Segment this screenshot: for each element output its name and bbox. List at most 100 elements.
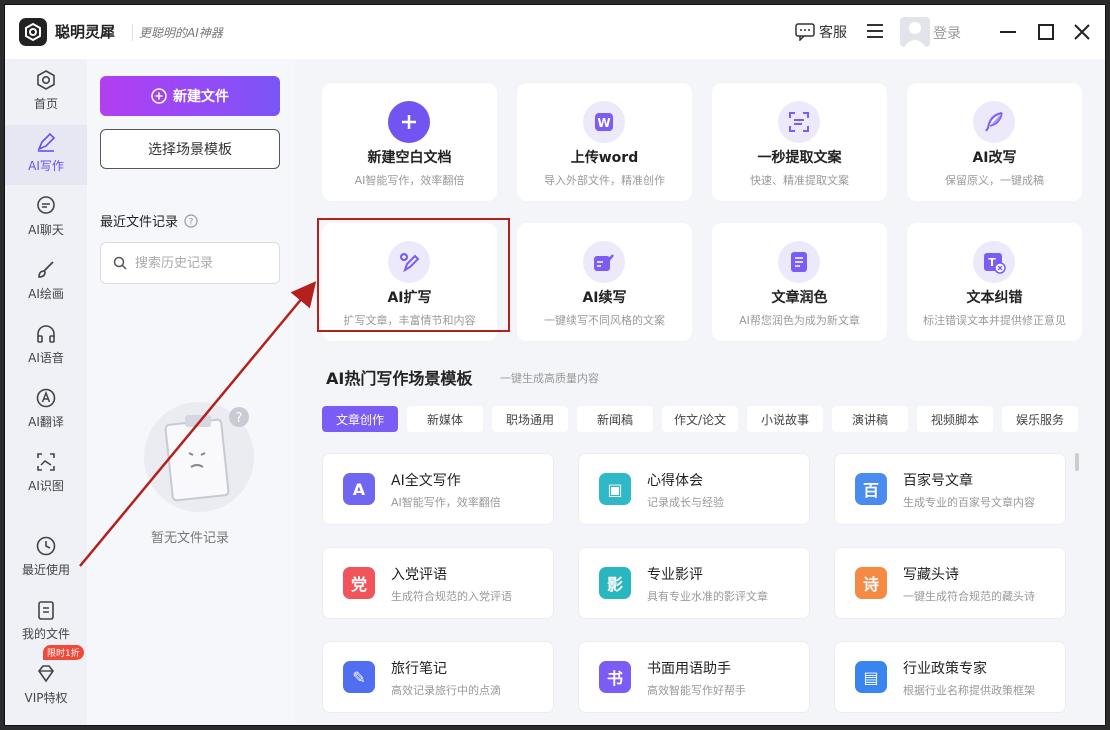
nav-label: AI翻译	[28, 415, 64, 429]
nav-label: AI绘画	[28, 287, 64, 301]
tab-category[interactable]: 演讲稿	[832, 406, 908, 432]
template-title: AI全文写作	[391, 473, 461, 489]
card-upload-word[interactable]: W 上传word 导入外部文件，精准创作	[517, 83, 692, 201]
template-card[interactable]: 影 专业影评 具有专业水准的影评文章	[578, 547, 810, 619]
nav-item-vip[interactable]: 限时1折 VIP特权	[5, 645, 87, 717]
card-desc: AI智能写作，效率翻倍	[354, 174, 465, 187]
card-ai-expand[interactable]: AI扩写 扩写文章，丰富情节和内容	[322, 223, 497, 341]
empty-clipboard-icon: ?	[144, 402, 254, 512]
new-file-label: 新建文件	[173, 89, 229, 105]
new-file-button[interactable]: 新建文件	[100, 76, 280, 116]
tab-category[interactable]: 视频脚本	[917, 406, 993, 432]
template-card[interactable]: A AI全文写作 AI智能写作，效率翻倍	[322, 453, 554, 525]
app-logo	[19, 18, 47, 46]
template-desc: 生成专业的百家号文章内容	[903, 496, 1035, 509]
svg-text:?: ?	[189, 217, 194, 227]
template-icon: 影	[599, 567, 631, 599]
card-text-correction[interactable]: T 文本纠错 标注错误文本并提供修正意见	[907, 223, 1082, 341]
nav-item-ai-voice[interactable]: AI语音	[5, 317, 87, 377]
template-icon: 诗	[855, 567, 887, 599]
history-search-box[interactable]	[100, 242, 280, 284]
template-desc: 高效智能写作好帮手	[647, 684, 746, 697]
section-subtitle: 一键生成高质量内容	[500, 372, 599, 385]
template-card[interactable]: 百 百家号文章 生成专业的百家号文章内容	[834, 453, 1066, 525]
card-ai-rewrite[interactable]: AI改写 保留原义，一键成稿	[907, 83, 1082, 201]
customer-service-button[interactable]: 客服	[795, 22, 847, 42]
card-new-blank-doc[interactable]: 新建空白文档 AI智能写作，效率翻倍	[322, 83, 497, 201]
nav-item-home[interactable]: 首页	[5, 63, 87, 123]
help-icon[interactable]: ?	[184, 213, 198, 228]
continue-icon	[583, 241, 625, 283]
nav-label: 首页	[33, 97, 58, 111]
file-sidebar: 新建文件 选择场景模板 最近文件记录 ? ? 暂无文件记录	[87, 59, 295, 725]
headphone-icon	[37, 325, 55, 343]
tab-category[interactable]: 文章创作	[322, 406, 398, 432]
app-name: 聪明灵犀	[55, 23, 116, 41]
search-input[interactable]	[135, 255, 265, 271]
template-card[interactable]: ✎ 旅行笔记 高效记录旅行中的点滴	[322, 641, 554, 713]
template-card[interactable]: ▤ 行业政策专家 根据行业名称提供政策框架	[834, 641, 1066, 713]
nav-item-ai-image-recognition[interactable]: AI识图	[5, 445, 87, 505]
avatar[interactable]	[900, 17, 930, 47]
minimize-icon[interactable]	[997, 21, 1019, 43]
template-card[interactable]: 诗 写藏头诗 一键生成符合规范的藏头诗	[834, 547, 1066, 619]
template-title: 入党评语	[391, 567, 447, 583]
nav-label: AI语音	[28, 351, 64, 365]
menu-icon[interactable]	[865, 22, 885, 40]
template-card[interactable]: 党 入党评语 生成符合规范的入党评语	[322, 547, 554, 619]
tab-category[interactable]: 小说故事	[747, 406, 823, 432]
card-desc: 标注错误文本并提供修正意见	[923, 314, 1066, 327]
tab-category[interactable]: 职场通用	[492, 406, 568, 432]
card-desc: 一键续写不同风格的文案	[544, 314, 665, 327]
nav-item-ai-painting[interactable]: AI绘画	[5, 253, 87, 313]
nav-item-my-files[interactable]: 我的文件	[5, 593, 87, 653]
empty-state-text: 暂无文件记录	[150, 531, 229, 546]
tab-category[interactable]: 新闻稿	[577, 406, 653, 432]
template-desc: 根据行业名称提供政策框架	[903, 684, 1035, 697]
tab-category[interactable]: 新媒体	[407, 406, 483, 432]
image-recognition-icon	[37, 453, 55, 471]
card-ai-continue[interactable]: AI续写 一键续写不同风格的文案	[517, 223, 692, 341]
template-icon: 百	[855, 473, 887, 505]
card-title: 一秒提取文案	[757, 150, 842, 166]
nav-item-ai-writing[interactable]: AI写作	[5, 125, 87, 185]
template-icon: ✎	[343, 661, 375, 693]
tab-category[interactable]: 作文/论文	[662, 406, 738, 432]
template-card[interactable]: ▣ 心得体会 记录成长与经验	[578, 453, 810, 525]
nav-item-ai-chat[interactable]: AI聊天	[5, 189, 87, 249]
template-card[interactable]: 书 书面用语助手 高效智能写作好帮手	[578, 641, 810, 713]
maximize-icon[interactable]	[1035, 21, 1057, 43]
svg-text:?: ?	[236, 411, 243, 426]
section-title: AI热门写作场景模板	[326, 369, 473, 388]
nav-label: AI聊天	[28, 223, 64, 237]
template-desc: 高效记录旅行中的点滴	[391, 684, 501, 697]
template-desc: 具有专业水准的影评文章	[647, 590, 768, 603]
correct-icon: T	[973, 241, 1015, 283]
nav-item-ai-translate[interactable]: AI翻译	[5, 381, 87, 441]
close-icon[interactable]	[1071, 21, 1093, 43]
card-desc: 快速、精准提取文案	[750, 174, 849, 187]
select-template-button[interactable]: 选择场景模板	[100, 129, 280, 169]
plus-circle-icon	[151, 88, 167, 104]
template-icon: 书	[599, 661, 631, 693]
scrollbar[interactable]	[1075, 453, 1079, 471]
tab-category[interactable]: 娱乐服务	[1002, 406, 1078, 432]
template-title: 百家号文章	[903, 473, 973, 489]
home-icon	[37, 70, 55, 90]
nav-label: AI识图	[28, 479, 64, 493]
nav-item-recent[interactable]: 最近使用	[5, 529, 87, 589]
chat-bubble-icon	[795, 23, 815, 41]
extract-icon	[778, 101, 820, 143]
login-link[interactable]: 登录	[933, 23, 961, 43]
template-icon: ▤	[855, 661, 887, 693]
card-extract-text[interactable]: 一秒提取文案 快速、精准提取文案	[712, 83, 887, 201]
template-desc: AI智能写作，效率翻倍	[391, 496, 501, 509]
card-article-polish[interactable]: 文章润色 AI帮您润色为成为新文章	[712, 223, 887, 341]
file-icon	[38, 601, 54, 620]
template-title: 书面用语助手	[647, 661, 731, 677]
feather-icon	[973, 101, 1015, 143]
template-icon: A	[343, 473, 375, 505]
card-desc: AI帮您润色为成为新文章	[739, 314, 860, 327]
main-content: 新建空白文档 AI智能写作，效率翻倍 W 上传word 导入外部文件，精准创作 …	[295, 59, 1105, 725]
card-title: AI扩写	[387, 290, 432, 306]
